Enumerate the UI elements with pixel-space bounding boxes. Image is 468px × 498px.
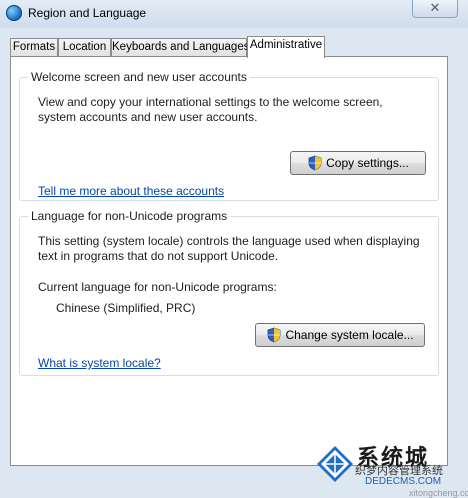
non-unicode-group: Language for non-Unicode programs This s…	[19, 209, 439, 376]
globe-icon	[6, 5, 22, 21]
current-language-label: Current language for non-Unicode program…	[38, 280, 277, 294]
shield-icon	[308, 155, 322, 171]
non-unicode-group-title: Language for non-Unicode programs	[28, 209, 231, 223]
watermark-url: DEDECMS.COM	[365, 476, 442, 487]
welcome-screen-group: Welcome screen and new user accounts Vie…	[19, 70, 439, 201]
tab-administrative[interactable]: Administrative	[247, 36, 325, 58]
welcome-description: View and copy your international setting…	[38, 95, 383, 124]
title-bar: Region and Language ✕	[0, 0, 468, 28]
watermark-small-text: xitongcheng.com	[409, 488, 468, 498]
watermark: 系统城 织梦内容管理系统 DEDECMS.COM xitongcheng.com	[313, 442, 468, 498]
non-unicode-description: This setting (system locale) controls th…	[38, 234, 420, 263]
shield-icon	[268, 327, 281, 343]
tab-panel-administrative: Welcome screen and new user accounts Vie…	[10, 56, 448, 466]
current-language-value: Chinese (Simplified, PRC)	[56, 301, 196, 315]
windows-logo-icon	[317, 446, 353, 482]
window-title: Region and Language	[28, 6, 147, 20]
change-system-locale-label: Change system locale...	[285, 328, 414, 342]
tab-keyboards-and-languages[interactable]: Keyboards and Languages	[111, 38, 249, 57]
tab-location[interactable]: Location	[58, 38, 111, 57]
change-system-locale-button[interactable]: Change system locale...	[255, 323, 425, 347]
close-button[interactable]: ✕	[412, 0, 458, 18]
copy-settings-button[interactable]: Copy settings...	[290, 151, 426, 175]
welcome-group-title: Welcome screen and new user accounts	[28, 70, 250, 84]
tab-formats[interactable]: Formats	[10, 38, 58, 57]
system-locale-help-link[interactable]: What is system locale?	[38, 356, 161, 370]
close-icon: ✕	[429, 0, 441, 15]
copy-settings-label: Copy settings...	[326, 156, 409, 170]
accounts-info-link[interactable]: Tell me more about these accounts	[38, 184, 224, 198]
